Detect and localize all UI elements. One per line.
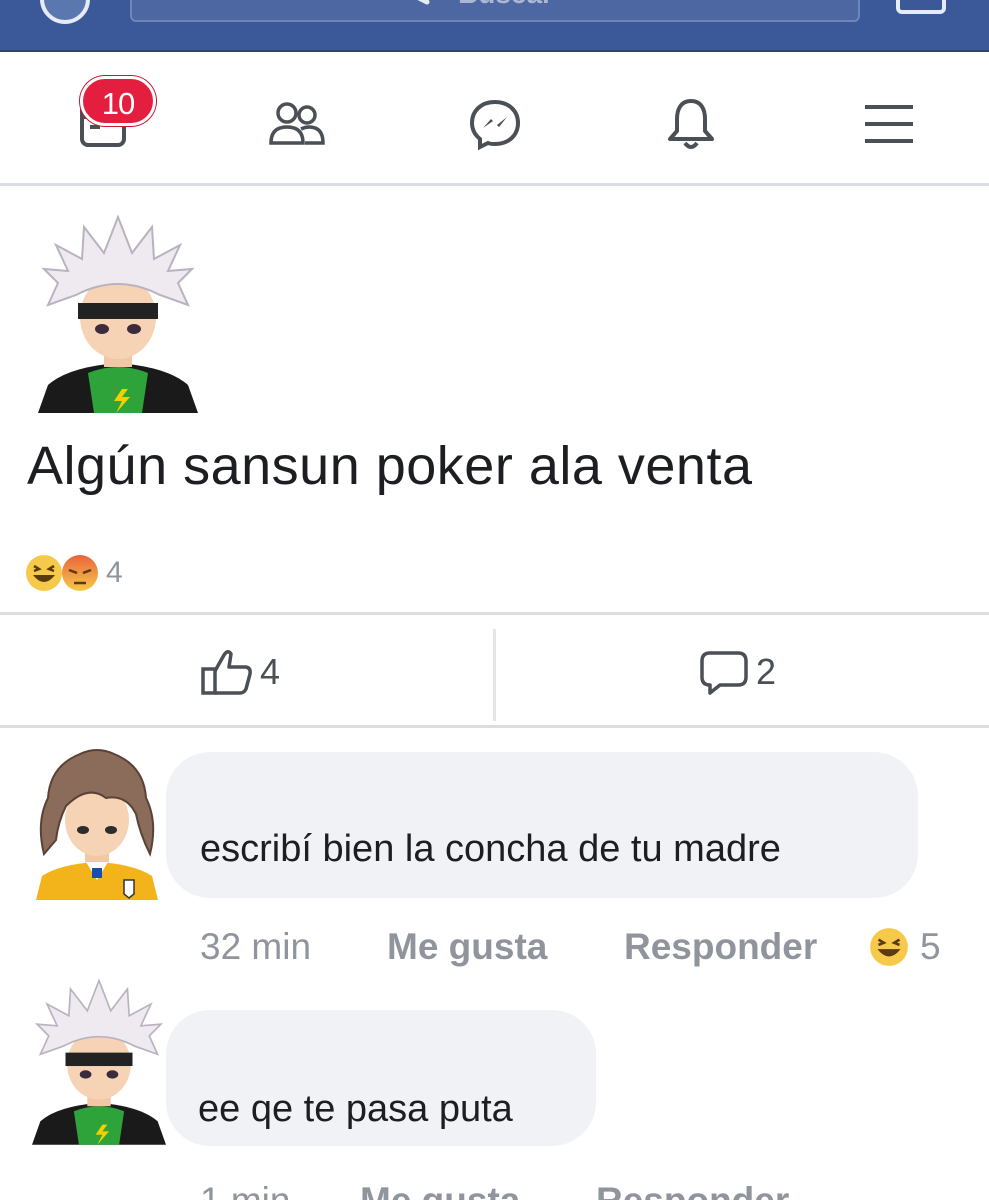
comment-author-avatar[interactable]: [32, 976, 166, 1146]
comment-count: 2: [756, 651, 777, 692]
reaction-count: 4: [106, 556, 123, 589]
search-icon: [417, 0, 430, 5]
comment-icon: [700, 651, 748, 695]
checkin-icon[interactable]: [896, 0, 946, 14]
comment-text: escribí bien la concha de tu madre: [200, 828, 781, 870]
like-button[interactable]: 4: [200, 647, 280, 697]
comment-reaction-count: 5: [920, 926, 941, 967]
haha-reaction-icon: [870, 928, 908, 966]
avatar-brown-hair-icon: [36, 749, 158, 900]
post-author-avatar[interactable]: [38, 213, 198, 413]
angry-reaction-icon: [62, 555, 98, 591]
comment-time: 32 min: [200, 926, 312, 967]
action-divider: [493, 629, 496, 721]
comment-bubble[interactable]: [166, 752, 918, 898]
top-bar: Buscar: [0, 0, 989, 52]
messenger-icon: [469, 99, 521, 151]
comment-author-avatar[interactable]: [36, 744, 158, 900]
avatar-white-hair-icon: [38, 214, 198, 413]
avatar-white-hair-icon: [32, 978, 166, 1145]
comment-like-link[interactable]: Me gusta: [360, 1180, 520, 1200]
haha-reaction-icon: [26, 555, 62, 591]
reaction-summary[interactable]: 4: [24, 551, 123, 595]
comment-text: ee qe te pasa puta: [198, 1088, 513, 1130]
notifications-badge: 10: [80, 76, 156, 126]
comment-like-link[interactable]: Me gusta: [387, 926, 547, 968]
comment-reply-link[interactable]: Responder: [596, 1180, 789, 1200]
tab-messenger[interactable]: [460, 94, 530, 154]
bell-icon: [668, 99, 714, 149]
friends-icon: [269, 102, 325, 145]
comment-reply-link[interactable]: Responder: [624, 926, 817, 968]
comment-button[interactable]: 2: [698, 647, 776, 697]
like-count: 4: [260, 651, 281, 692]
post-text: Algún sansun poker ala venta: [27, 436, 753, 496]
tab-menu[interactable]: [854, 94, 924, 154]
search-placeholder: Buscar: [458, 0, 553, 10]
tab-friends[interactable]: [262, 94, 332, 154]
profile-picture[interactable]: [40, 0, 90, 24]
comment-time: 1 min: [200, 1180, 290, 1200]
menu-icon: [865, 105, 913, 143]
post-action-bar: 4 2: [0, 612, 989, 728]
comment-reaction-summary[interactable]: 5: [868, 926, 941, 968]
tab-notifications[interactable]: [656, 94, 726, 154]
nav-bar: 10: [0, 54, 989, 186]
thumbs-up-icon: [201, 650, 252, 695]
